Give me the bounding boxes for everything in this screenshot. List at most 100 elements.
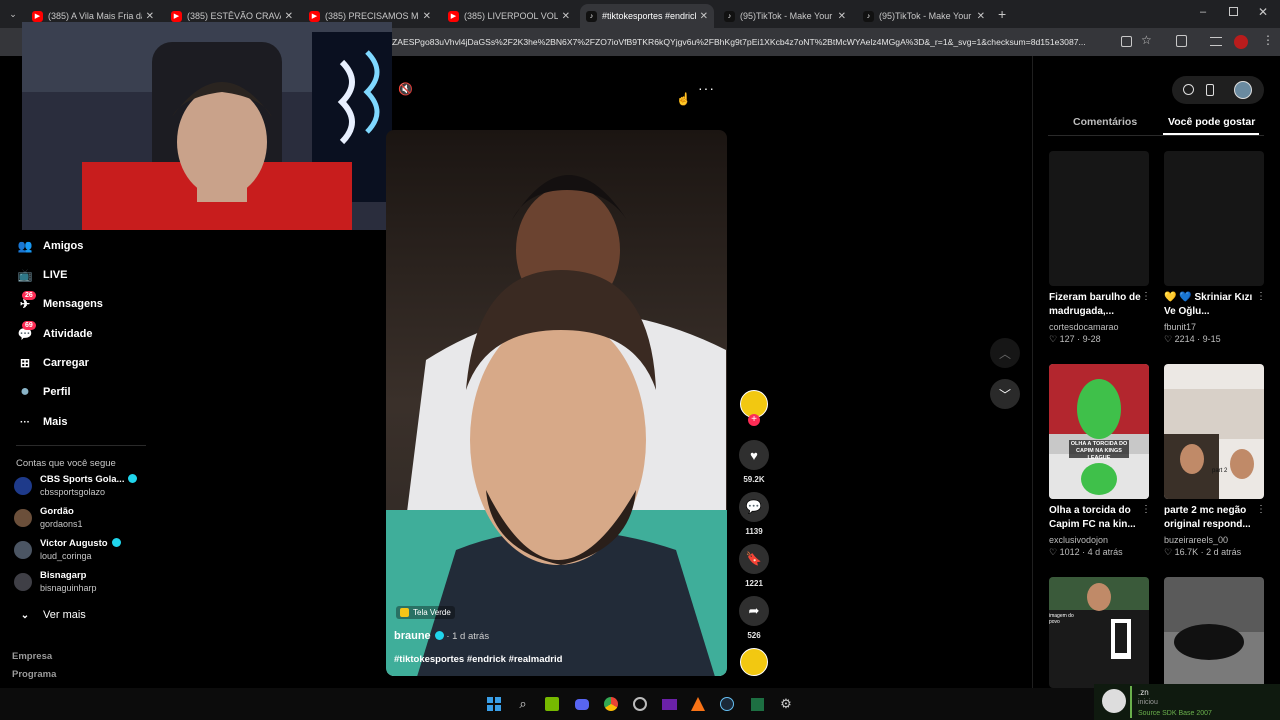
close-tab-icon[interactable]: ✕ [146, 11, 154, 22]
close-tab-icon[interactable]: ✕ [700, 11, 708, 22]
thumbnail-4[interactable]: part 2 [1164, 364, 1264, 499]
video-author[interactable]: braune [394, 630, 431, 642]
tab-voce-pode-gostar[interactable]: Você pode gostar [1168, 116, 1255, 128]
effect-tag[interactable]: Tela Verde [396, 606, 455, 619]
browser-tab[interactable]: ♪ (95)TikTok - Make Your D ✕ [857, 4, 991, 28]
account-handle: gordaons1 [40, 519, 83, 529]
profile-avatar[interactable] [1234, 35, 1248, 49]
taskbar-search-icon[interactable]: ⌕ [515, 696, 531, 712]
thumbnail-3[interactable]: OLHA A TORCIDA DO CAPIM NA KINGS LEAGUE [1049, 364, 1149, 499]
next-app-icon[interactable] [661, 696, 677, 712]
notification-badge: 26 [22, 291, 36, 300]
thumbnail-6[interactable] [1164, 577, 1264, 688]
nvidia-icon[interactable] [544, 696, 560, 712]
minimize-icon[interactable]: – [1200, 6, 1206, 18]
thumbnail-5-image [1049, 577, 1149, 688]
previous-video-button[interactable]: ︿ [990, 338, 1020, 368]
following-account[interactable]: CBS Sports Gola... cbssportsgolazo [14, 474, 138, 498]
close-tab-icon[interactable]: ✕ [285, 11, 293, 22]
extensions-icon[interactable] [1176, 35, 1187, 47]
recommendation-card[interactable]: 💛 💙 Skriniar Kızı Ve Oğlu... ⋮ fbunit17 ♡ 2… [1164, 291, 1266, 345]
mute-icon[interactable]: 🔇 [398, 82, 413, 96]
account-name: Victor Augusto [40, 538, 121, 550]
excel-icon[interactable] [749, 696, 765, 712]
verified-icon [128, 474, 138, 483]
card-user[interactable]: cortesdocamarao [1049, 321, 1149, 333]
settings-gear-icon[interactable]: ⚙ [778, 696, 794, 712]
verified-icon [111, 538, 121, 547]
share-button[interactable]: ➦ 526 [738, 596, 770, 640]
sound-avatar[interactable] [740, 648, 768, 676]
close-tab-icon[interactable]: ✕ [977, 11, 985, 22]
recommendation-card[interactable]: parte 2 mc negão original respond... ⋮ buz… [1164, 504, 1266, 558]
card-stats: ♡ 127 · 9-28 [1049, 333, 1149, 345]
steam-icon[interactable] [719, 696, 735, 712]
video-player[interactable]: Tela Verde braune · 1 d atrás #tiktokesp… [386, 130, 727, 676]
bookmark-button[interactable]: 🔖 1221 [738, 544, 770, 588]
compass-icon[interactable] [1183, 84, 1194, 95]
url-text[interactable]: ZAESPgo83uVhvl4jDaGSs%2F2K3he%2BN6X7%2FZ… [392, 33, 1117, 51]
card-user[interactable]: buzeirareels_00 [1164, 534, 1264, 546]
discord-icon[interactable] [574, 696, 590, 712]
windows-start-icon[interactable] [486, 696, 502, 712]
see-more-button[interactable]: ⌄ Ver mais [16, 604, 86, 626]
verified-icon [434, 631, 444, 640]
close-tab-icon[interactable]: ✕ [423, 11, 431, 22]
sidebar-item-mensagens[interactable]: ✈ Mensagens 26 [16, 291, 103, 315]
app-a-icon[interactable] [690, 696, 706, 712]
card-more-icon[interactable]: ⋮ [1256, 291, 1266, 302]
card-more-icon[interactable]: ⋮ [1256, 504, 1266, 515]
sidebar-item-atividade[interactable]: 💬 Atividade 69 [16, 321, 93, 345]
media-icon[interactable] [1210, 37, 1222, 46]
sidebar-item-amigos[interactable]: 👥 Amigos [16, 235, 84, 257]
card-more-icon[interactable]: ⋮ [1141, 291, 1151, 302]
browser-menu-icon[interactable]: ⋮ [1262, 33, 1274, 47]
game-notification: .zn iniciou Source SDK Base 2007 [1094, 684, 1280, 720]
following-account[interactable]: Bisnagarp bisnaguinharp [14, 570, 97, 594]
sidebar-item-mais[interactable]: ··· Mais [16, 411, 67, 433]
footer-link-empresa[interactable]: Empresa [12, 651, 52, 662]
follow-plus-icon[interactable]: + [748, 414, 760, 426]
thumbnail-5[interactable]: imagem do povo [1049, 577, 1149, 688]
card-stats: ♡ 1012 · 4 d atrás [1049, 546, 1149, 558]
footer-link-programa[interactable]: Programa [12, 669, 56, 680]
separator: · [1079, 547, 1088, 557]
more-options-icon[interactable]: ··· [698, 80, 715, 96]
like-button[interactable]: ♥ 59.2K [738, 440, 770, 484]
card-title: Fizeram barulho de madrugada,... [1049, 292, 1141, 317]
following-account[interactable]: Gordão gordaons1 [14, 506, 83, 530]
card-user[interactable]: fbunit17 [1164, 321, 1264, 333]
close-tab-icon[interactable]: ✕ [562, 11, 570, 22]
sidebar-item-carregar[interactable]: ⊞ Carregar [16, 352, 89, 374]
phone-icon[interactable] [1206, 84, 1214, 96]
install-app-icon[interactable] [1121, 36, 1132, 47]
card-user[interactable]: exclusivodojon [1049, 534, 1149, 546]
card-more-icon[interactable]: ⋮ [1141, 504, 1151, 515]
recommendation-card[interactable]: Olha a torcida do Capim FC na kin... ⋮ exc… [1049, 504, 1151, 558]
recommendation-card[interactable]: Fizeram barulho de madrugada,... ⋮ cortesd… [1049, 291, 1151, 345]
new-tab-button[interactable]: + [998, 6, 1006, 22]
video-hashtags[interactable]: #tiktokesportes #endrick #realmadrid [394, 654, 562, 665]
account-text: Gordão gordaons1 [40, 506, 83, 530]
browser-tab[interactable]: ♪ (95)TikTok - Make Your D ✕ [718, 4, 852, 28]
chrome-icon[interactable] [603, 696, 619, 712]
thumbnail-2[interactable] [1164, 151, 1264, 286]
youtube-icon: ▶ [32, 10, 43, 22]
tab-search-icon[interactable]: ⌄ [6, 7, 20, 21]
user-avatar[interactable] [1234, 81, 1252, 99]
next-video-button[interactable]: ﹀ [990, 379, 1020, 409]
obs-icon[interactable] [632, 696, 648, 712]
thumbnail-1[interactable] [1049, 151, 1149, 286]
following-account[interactable]: Victor Augusto loud_coringa [14, 538, 121, 562]
browser-tab[interactable]: ♪ #tiktokesportes #endrick ✕ [580, 4, 714, 28]
close-window-icon[interactable]: ✕ [1258, 5, 1268, 19]
sidebar-item-perfil[interactable]: ● Perfil [16, 381, 70, 403]
tab-comentarios[interactable]: Comentários [1073, 116, 1137, 128]
sidebar-item-live[interactable]: 📺 LIVE [16, 264, 68, 286]
comment-button[interactable]: 💬 1139 [738, 492, 770, 536]
close-tab-icon[interactable]: ✕ [838, 11, 846, 22]
browser-tab[interactable]: ▶ (385) LIVERPOOL VOLTA A ✕ [442, 4, 576, 28]
maximize-icon[interactable] [1229, 7, 1238, 16]
card-likes: 16.7K [1174, 547, 1199, 557]
bookmark-star-icon[interactable]: ☆ [1141, 33, 1152, 47]
